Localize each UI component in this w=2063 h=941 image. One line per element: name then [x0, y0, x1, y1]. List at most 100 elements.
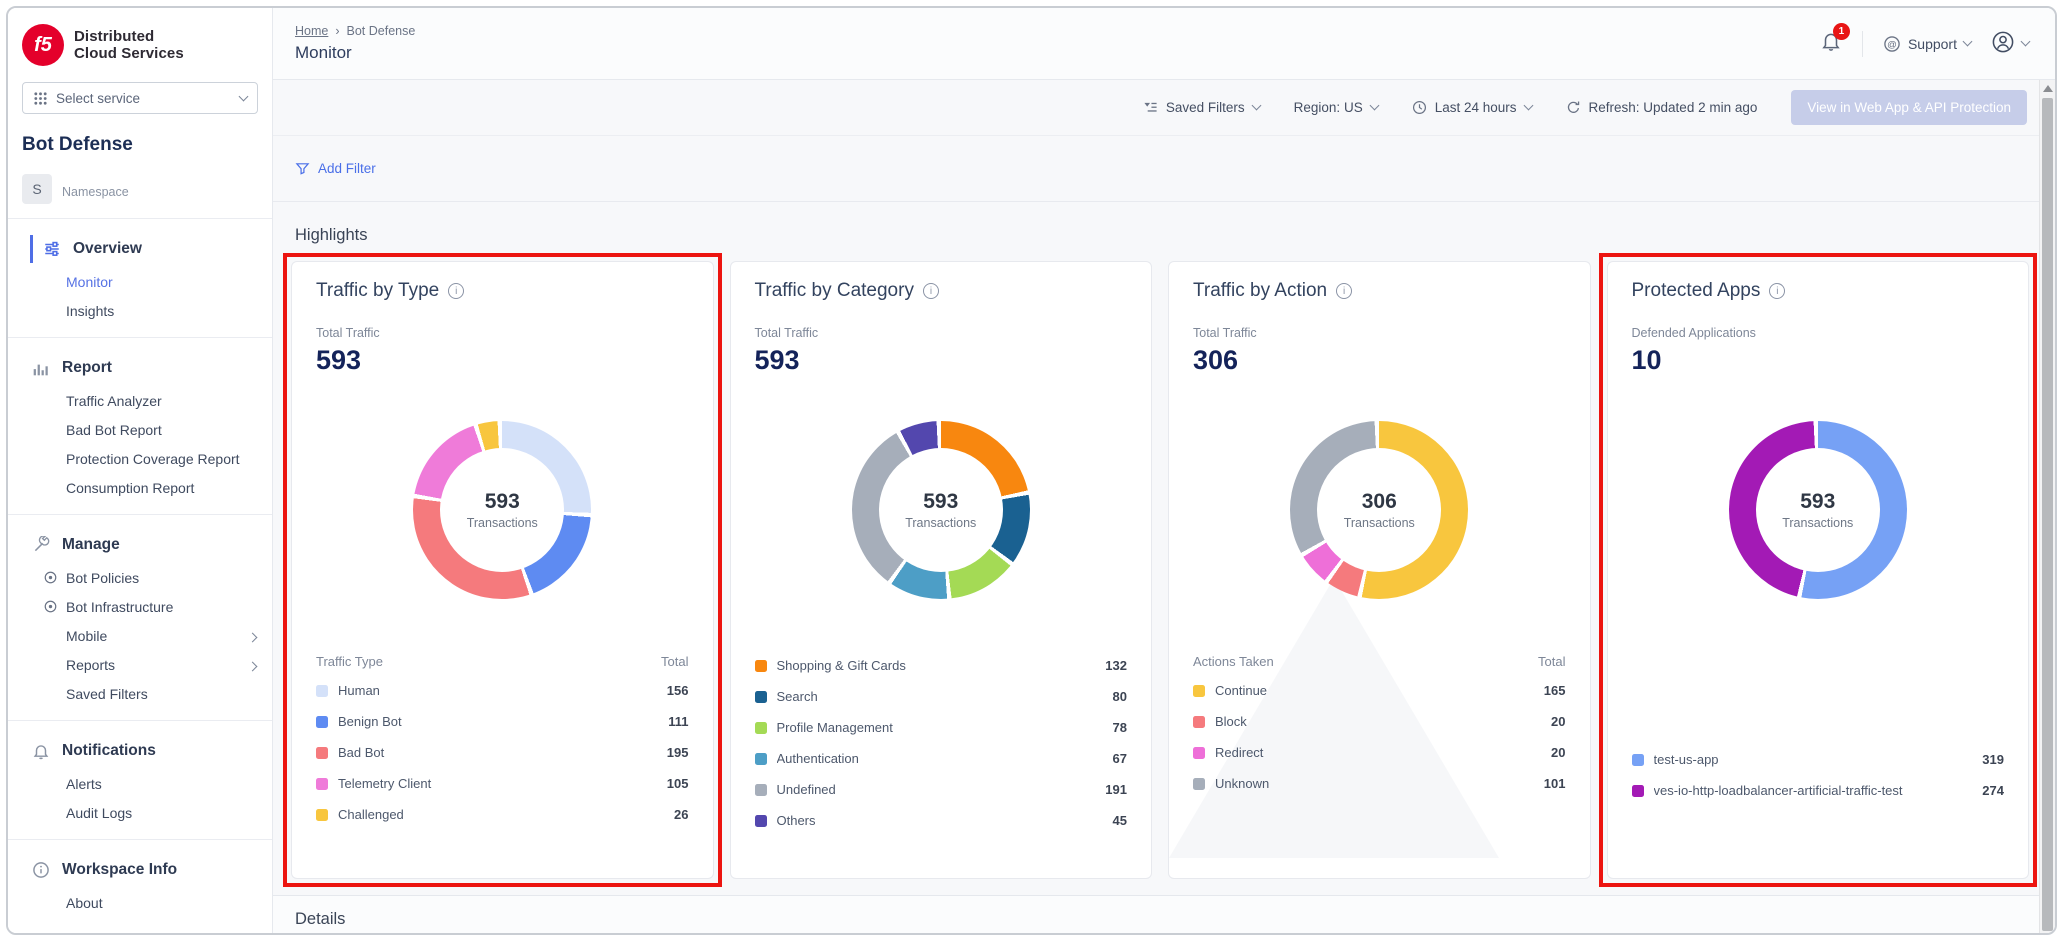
breadcrumb: Home › Bot Defense: [295, 24, 415, 38]
sidebar-section-workspace-info[interactable]: Workspace Info: [30, 856, 272, 884]
legend-item-redirect[interactable]: Redirect20: [1193, 737, 1566, 768]
legend-value: 67: [1113, 751, 1127, 766]
refresh-label: Refresh: Updated 2 min ago: [1589, 100, 1758, 115]
legend-swatch: [1632, 785, 1644, 797]
sidebar-item-reports[interactable]: Reports: [8, 650, 272, 679]
legend-header-label: Actions Taken: [1193, 654, 1274, 669]
legend-swatch: [1193, 685, 1205, 697]
eye-icon: [43, 599, 58, 614]
sidebar-section-report[interactable]: Report: [30, 354, 272, 382]
legend-item-ves-io-http-loadbalancer-artificial-traffic-test[interactable]: ves-io-http-loadbalancer-artificial-traf…: [1632, 775, 2005, 806]
view-in-waap-button[interactable]: View in Web App & API Protection: [1791, 90, 2027, 125]
brand: f5 Distributed Cloud Services: [8, 8, 272, 76]
legend-swatch: [755, 753, 767, 765]
legend-value: 101: [1544, 776, 1566, 791]
divider: [8, 218, 272, 219]
donut-chart-traffic-by-category: 593Transactions: [852, 421, 1030, 599]
app-window: f5 Distributed Cloud Services Select ser…: [6, 6, 2057, 935]
time-range-dropdown[interactable]: Last 24 hours: [1412, 100, 1532, 115]
legend-item-human[interactable]: Human156: [316, 675, 689, 706]
sidebar-section-label: Manage: [62, 536, 120, 554]
legend-label: Unknown: [1215, 776, 1534, 791]
sidebar-item-label: Consumption Report: [66, 480, 194, 496]
legend-item-continue[interactable]: Continue165: [1193, 675, 1566, 706]
legend-item-telemetry-client[interactable]: Telemetry Client105: [316, 768, 689, 799]
add-filter-button[interactable]: Add Filter: [273, 136, 2039, 202]
sidebar-item-monitor[interactable]: Monitor: [8, 267, 272, 296]
sidebar-nav: Overview MonitorInsights Report Traffic Ana…: [8, 225, 272, 923]
scrollbar-thumb[interactable]: [2042, 98, 2053, 931]
notifications-button[interactable]: 1: [1820, 30, 1842, 57]
info-icon[interactable]: i: [448, 283, 464, 299]
content-scroll-region: Saved Filters Region: US Last 24 hours R…: [273, 80, 2055, 933]
card-traffic-by-category: Traffic by CategoryiTotal Traffic593593T…: [730, 261, 1153, 879]
vertical-scrollbar[interactable]: [2039, 80, 2055, 933]
scroll-up-arrow-icon[interactable]: [2043, 85, 2053, 92]
donut-center-value: 593: [1800, 490, 1835, 514]
namespace-badge: S: [22, 174, 52, 204]
legend-item-bad-bot[interactable]: Bad Bot195: [316, 737, 689, 768]
nav-divider: [8, 337, 272, 338]
sidebar-item-insights[interactable]: Insights: [8, 296, 272, 325]
refresh-button[interactable]: Refresh: Updated 2 min ago: [1566, 100, 1758, 115]
legend: Shopping & Gift Cards132Search80Profile …: [755, 650, 1128, 836]
service-selector[interactable]: Select service: [22, 82, 258, 114]
eye-icon: [43, 570, 58, 585]
saved-filters-dropdown[interactable]: Saved Filters: [1143, 100, 1260, 115]
sidebar-item-bot-infrastructure[interactable]: Bot Infrastructure: [8, 592, 272, 621]
f5-logo-icon: f5: [22, 24, 64, 66]
sidebar-item-traffic-analyzer[interactable]: Traffic Analyzer: [8, 386, 272, 415]
legend-value: 165: [1544, 683, 1566, 698]
legend-item-undefined[interactable]: Undefined191: [755, 774, 1128, 805]
legend-item-block[interactable]: Block20: [1193, 706, 1566, 737]
sidebar-item-alerts[interactable]: Alerts: [8, 769, 272, 798]
legend-item-challenged[interactable]: Challenged26: [316, 799, 689, 830]
sidebar-item-mobile[interactable]: Mobile: [8, 621, 272, 650]
sidebar-item-bad-bot-report[interactable]: Bad Bot Report: [8, 415, 272, 444]
main-area: Home › Bot Defense Monitor 1 @ Support: [273, 8, 2055, 933]
sidebar-section-overview[interactable]: Overview: [30, 235, 272, 263]
legend-item-others[interactable]: Others45: [755, 805, 1128, 836]
sidebar-item-audit-logs[interactable]: Audit Logs: [8, 798, 272, 827]
legend-swatch: [1193, 778, 1205, 790]
sidebar-section-notifications[interactable]: Notifications: [30, 737, 272, 765]
sidebar-section-label: Overview: [73, 240, 142, 258]
legend-value: 45: [1113, 813, 1127, 828]
info-icon[interactable]: i: [923, 283, 939, 299]
sidebar-section-label: Workspace Info: [62, 861, 177, 879]
legend-item-profile-management[interactable]: Profile Management78: [755, 712, 1128, 743]
divider: [1862, 31, 1863, 57]
donut-center-label: Transactions: [1344, 516, 1415, 530]
legend-value: 274: [1982, 783, 2004, 798]
region-dropdown[interactable]: Region: US: [1294, 100, 1378, 115]
clock-icon: [1412, 100, 1427, 115]
legend-value: 156: [667, 683, 689, 698]
sidebar-item-bot-policies[interactable]: Bot Policies: [8, 563, 272, 592]
sidebar-item-protection-coverage-report[interactable]: Protection Coverage Report: [8, 444, 272, 473]
sidebar-section-label: Report: [62, 359, 112, 377]
sidebar-section-manage[interactable]: Manage: [30, 531, 272, 559]
card-title: Protected Apps: [1632, 280, 1761, 302]
legend-item-test-us-app[interactable]: test-us-app319: [1632, 744, 2005, 775]
sidebar-item-about[interactable]: About: [8, 888, 272, 917]
breadcrumb-home-link[interactable]: Home: [295, 24, 328, 38]
legend-item-authentication[interactable]: Authentication67: [755, 743, 1128, 774]
sidebar-item-consumption-report[interactable]: Consumption Report: [8, 473, 272, 502]
sidebar-item-label: Traffic Analyzer: [66, 393, 162, 409]
sidebar-item-label: Bad Bot Report: [66, 422, 162, 438]
support-icon: @: [1883, 35, 1901, 53]
legend-swatch: [755, 660, 767, 672]
legend-item-unknown[interactable]: Unknown 101: [1193, 768, 1566, 799]
legend-item-shopping-gift-cards[interactable]: Shopping & Gift Cards132: [755, 650, 1128, 681]
legend-item-benign-bot[interactable]: Benign Bot111: [316, 706, 689, 737]
support-menu[interactable]: @ Support: [1883, 35, 1971, 53]
sidebar-item-saved-filters[interactable]: Saved Filters: [8, 679, 272, 708]
stat-value: 593: [755, 345, 1128, 376]
info-icon[interactable]: i: [1336, 283, 1352, 299]
legend-swatch: [1632, 754, 1644, 766]
legend-item-search[interactable]: Search80: [755, 681, 1128, 712]
account-menu[interactable]: [1991, 30, 2029, 57]
card-traffic-by-action: Traffic by ActioniTotal Traffic306306Tra…: [1168, 261, 1591, 879]
info-icon[interactable]: i: [1769, 283, 1785, 299]
legend-value: 111: [668, 714, 688, 729]
